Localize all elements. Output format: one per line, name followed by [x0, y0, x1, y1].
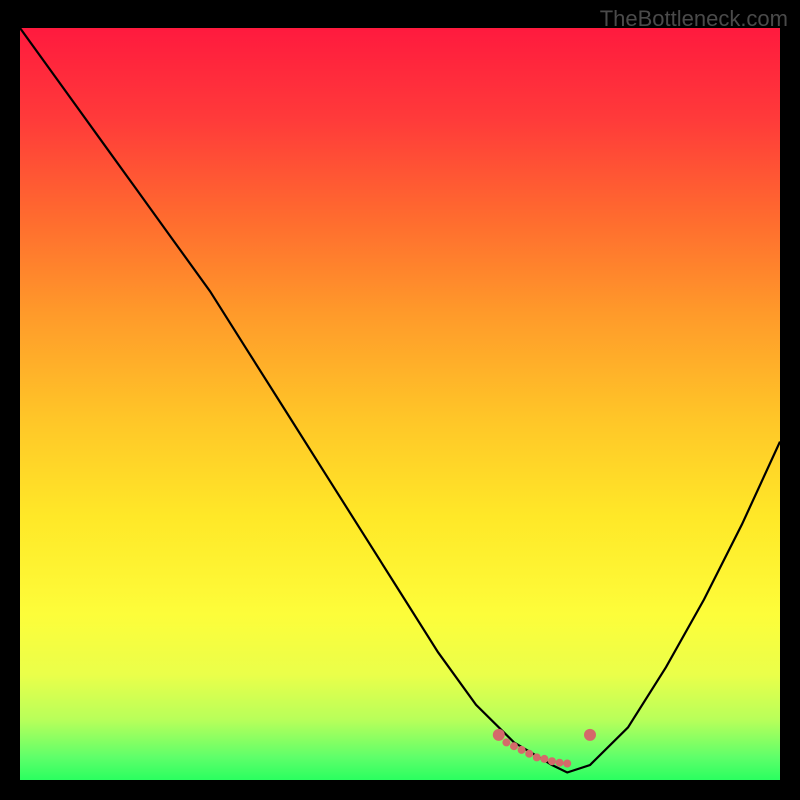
- marker-dot: [533, 753, 541, 761]
- marker-dot: [563, 760, 571, 768]
- plot-area: [20, 28, 780, 780]
- chart-frame: [20, 28, 780, 780]
- curve-path: [20, 28, 780, 773]
- marker-dot: [540, 755, 548, 763]
- marker-dot: [493, 729, 505, 741]
- marker-dot: [525, 750, 533, 758]
- bottleneck-curve: [20, 28, 780, 780]
- marker-dot: [510, 742, 518, 750]
- watermark-text: TheBottleneck.com: [600, 6, 788, 32]
- marker-dot: [518, 746, 526, 754]
- marker-dot: [584, 729, 596, 741]
- marker-dot: [556, 759, 564, 767]
- marker-dot: [548, 757, 556, 765]
- marker-dot: [502, 738, 510, 746]
- marker-group: [493, 729, 596, 768]
